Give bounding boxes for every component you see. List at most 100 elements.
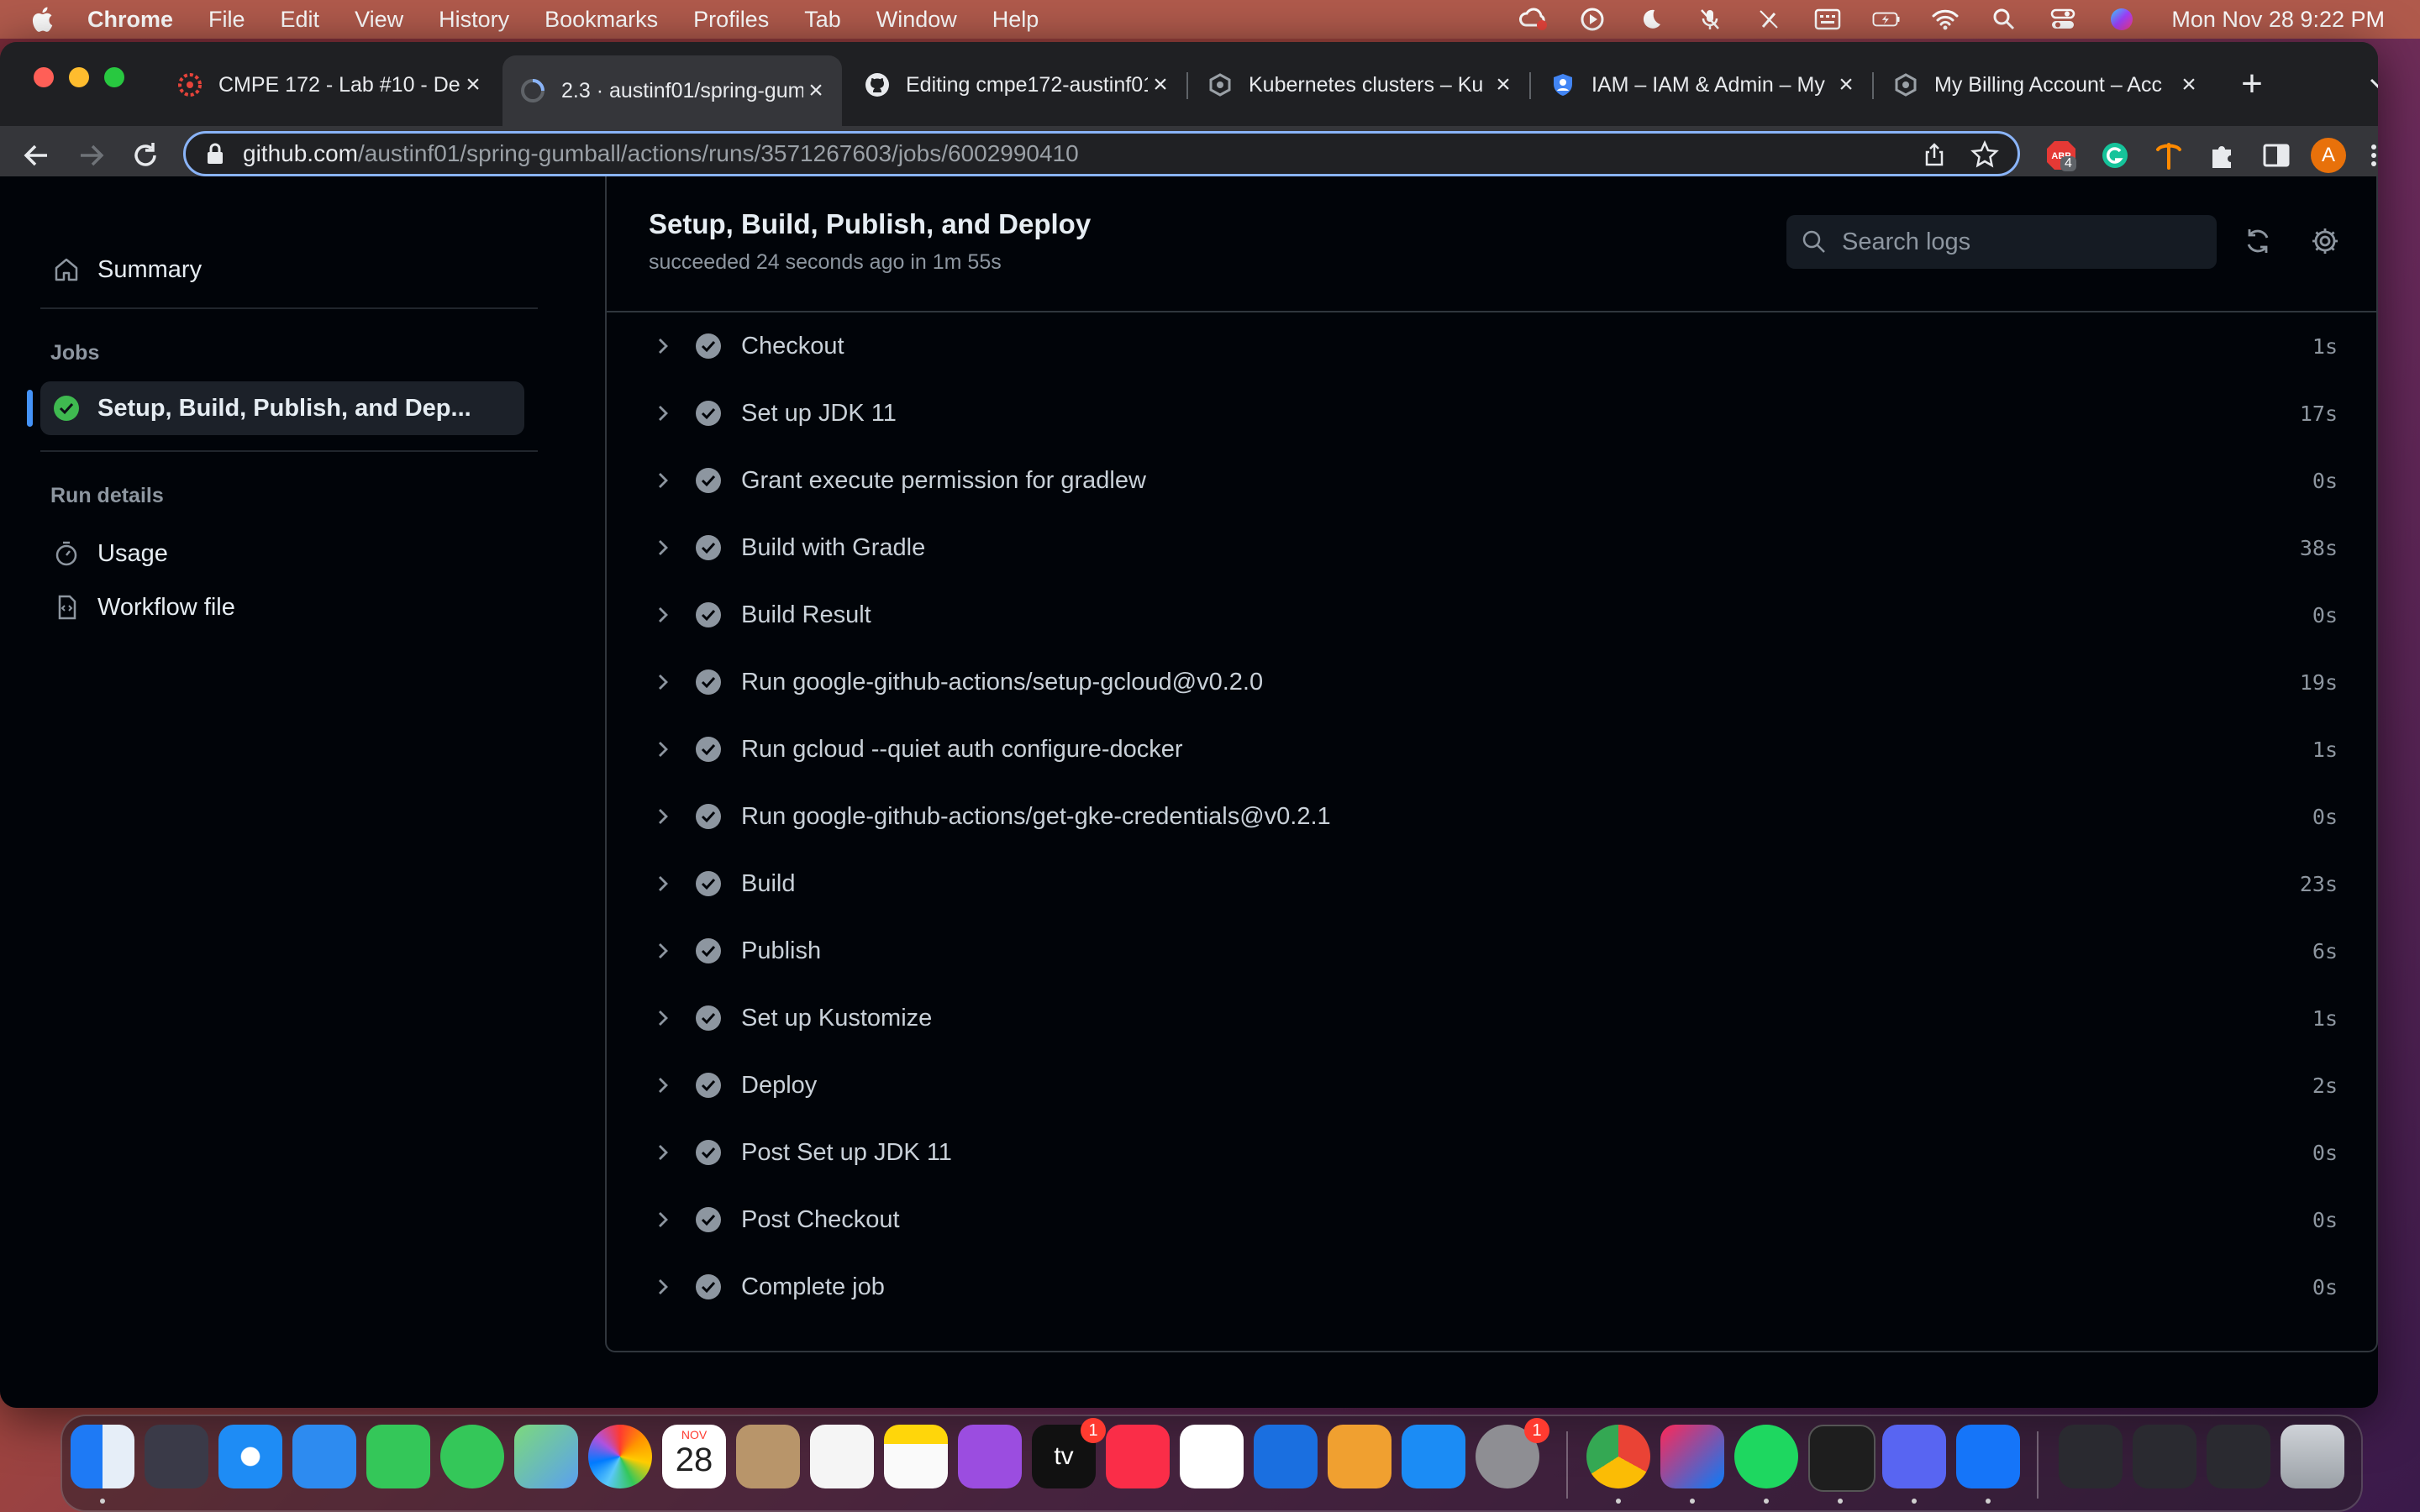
menu-edit[interactable]: Edit bbox=[281, 7, 320, 33]
finder-icon[interactable] bbox=[71, 1425, 134, 1488]
step-row[interactable]: Build with Gradle 38s bbox=[607, 514, 2376, 581]
numbers-icon[interactable] bbox=[1180, 1425, 1244, 1488]
menu-history[interactable]: History bbox=[439, 7, 509, 33]
sidebar-item-usage[interactable]: Usage bbox=[40, 528, 168, 580]
chevron-right-icon[interactable] bbox=[652, 1007, 674, 1029]
close-tab-icon[interactable]: × bbox=[803, 78, 829, 103]
chevron-right-icon[interactable] bbox=[652, 604, 674, 626]
launchpad-icon[interactable] bbox=[145, 1425, 208, 1488]
step-row[interactable]: Build 23s bbox=[607, 850, 2376, 917]
xcode-icon[interactable] bbox=[1956, 1425, 2020, 1488]
app-store-icon[interactable] bbox=[1402, 1425, 1465, 1488]
maps-icon[interactable] bbox=[514, 1425, 578, 1488]
step-row[interactable]: Build Result 0s bbox=[607, 581, 2376, 648]
menu-file[interactable]: File bbox=[208, 7, 245, 33]
profile-avatar[interactable]: A bbox=[2311, 138, 2346, 173]
siri-icon[interactable] bbox=[2107, 7, 2136, 32]
menu-clock[interactable]: Mon Nov 28 9:22 PM bbox=[2171, 7, 2385, 33]
chevron-right-icon[interactable] bbox=[652, 470, 674, 491]
pages-icon[interactable] bbox=[1328, 1425, 1392, 1488]
keyboard-brightness-icon[interactable] bbox=[1813, 7, 1842, 32]
discord-icon[interactable] bbox=[1882, 1425, 1946, 1488]
control-center-icon[interactable] bbox=[2049, 7, 2077, 32]
step-row[interactable]: Post Set up JDK 11 0s bbox=[607, 1119, 2376, 1186]
menu-bookmarks[interactable]: Bookmarks bbox=[544, 7, 658, 33]
sidebar-item-job-selected[interactable]: Setup, Build, Publish, and Dep... bbox=[27, 381, 524, 435]
sidebar-item-workflow-file[interactable]: Workflow file bbox=[40, 581, 235, 633]
terminal-icon[interactable] bbox=[1808, 1425, 1876, 1492]
messages-icon[interactable] bbox=[440, 1425, 504, 1488]
gear-icon[interactable] bbox=[2309, 225, 2341, 257]
step-row[interactable]: Complete job 0s bbox=[607, 1253, 2376, 1320]
chevron-right-icon[interactable] bbox=[652, 873, 674, 895]
contacts-icon[interactable] bbox=[736, 1425, 800, 1488]
close-tab-icon[interactable]: × bbox=[1148, 72, 1173, 97]
photos-icon[interactable] bbox=[588, 1425, 652, 1488]
tab-canvas-lab[interactable]: CMPE 172 - Lab #10 - Dev × bbox=[160, 57, 499, 113]
tab-kubernetes-clusters[interactable]: Kubernetes clusters – Ku × bbox=[1190, 57, 1529, 113]
extensions-puzzle-icon[interactable] bbox=[2205, 138, 2240, 173]
menu-view[interactable]: View bbox=[355, 7, 403, 33]
close-window-button[interactable] bbox=[34, 67, 54, 87]
lock-icon[interactable] bbox=[206, 142, 224, 165]
search-logs-field[interactable] bbox=[1786, 215, 2217, 269]
menu-window[interactable]: Window bbox=[876, 7, 957, 33]
spotify-icon[interactable] bbox=[1734, 1425, 1798, 1488]
creative-cloud-icon[interactable] bbox=[1519, 7, 1548, 32]
honey-extension-icon[interactable] bbox=[2151, 138, 2186, 173]
battery-charging-icon[interactable] bbox=[1872, 7, 1901, 32]
calendar-icon[interactable]: NOV 28 bbox=[662, 1425, 726, 1488]
close-tab-icon[interactable]: × bbox=[1833, 72, 1859, 97]
share-icon[interactable] bbox=[1922, 142, 1947, 167]
sidebar-item-summary[interactable]: Summary bbox=[40, 244, 202, 296]
step-row[interactable]: Publish 6s bbox=[607, 917, 2376, 984]
new-tab-button[interactable]: + bbox=[2235, 66, 2269, 102]
pen-muted-icon[interactable] bbox=[1754, 7, 1783, 32]
menu-tab[interactable]: Tab bbox=[804, 7, 841, 33]
chevron-right-icon[interactable] bbox=[652, 335, 674, 357]
step-row[interactable]: Deploy 2s bbox=[607, 1052, 2376, 1119]
chevron-right-icon[interactable] bbox=[652, 1142, 674, 1163]
url-text[interactable]: github.com/austinf01/spring-gumball/acti… bbox=[243, 140, 1079, 167]
chevron-right-icon[interactable] bbox=[652, 537, 674, 559]
chevron-right-icon[interactable] bbox=[652, 671, 674, 693]
spotlight-search-icon[interactable] bbox=[1990, 7, 2018, 32]
tab-editing-repo[interactable]: Editing cmpe172-austinf01 × bbox=[847, 57, 1186, 113]
address-bar[interactable]: github.com/austinf01/spring-gumball/acti… bbox=[183, 131, 2020, 176]
step-row[interactable]: Grant execute permission for gradlew 0s bbox=[607, 447, 2376, 514]
tab-iam-admin[interactable]: IAM – IAM & Admin – My × bbox=[1533, 57, 1872, 113]
step-row[interactable]: Run gcloud --quiet auth configure-docker… bbox=[607, 716, 2376, 783]
moon-icon[interactable] bbox=[1637, 7, 1665, 32]
tab-github-actions-job[interactable]: 2.3 · austinf01/spring-gumball × bbox=[502, 55, 842, 126]
step-row[interactable]: Run google-github-actions/setup-gcloud@v… bbox=[607, 648, 2376, 716]
news-icon[interactable] bbox=[1106, 1425, 1170, 1488]
mic-muted-icon[interactable] bbox=[1696, 7, 1724, 32]
minimized-window-thumbnail[interactable] bbox=[2059, 1425, 2123, 1488]
grammarly-icon[interactable] bbox=[2097, 138, 2133, 173]
step-row[interactable]: Set up JDK 11 17s bbox=[607, 380, 2376, 447]
refresh-icon[interactable] bbox=[2242, 225, 2274, 257]
menu-app-name[interactable]: Chrome bbox=[87, 7, 173, 33]
chevron-right-icon[interactable] bbox=[652, 940, 674, 962]
play-circle-icon[interactable] bbox=[1578, 7, 1607, 32]
intellij-icon[interactable] bbox=[1660, 1425, 1724, 1488]
chevron-right-icon[interactable] bbox=[652, 738, 674, 760]
menu-help[interactable]: Help bbox=[992, 7, 1039, 33]
step-row[interactable]: Set up Kustomize 1s bbox=[607, 984, 2376, 1052]
podcasts-icon[interactable] bbox=[958, 1425, 1022, 1488]
step-row[interactable]: Post Checkout 0s bbox=[607, 1186, 2376, 1253]
zoom-window-button[interactable] bbox=[104, 67, 124, 87]
reload-icon[interactable] bbox=[128, 138, 163, 173]
chevron-right-icon[interactable] bbox=[652, 1209, 674, 1231]
tab-billing-account[interactable]: My Billing Account – Acc × bbox=[1876, 57, 2215, 113]
minimized-window-thumbnail[interactable] bbox=[2133, 1425, 2196, 1488]
facetime-icon[interactable] bbox=[366, 1425, 430, 1488]
chevron-right-icon[interactable] bbox=[652, 1074, 674, 1096]
adblock-extension-icon[interactable]: ABP 4 bbox=[2044, 138, 2079, 173]
notes-icon[interactable] bbox=[884, 1425, 948, 1488]
chevron-right-icon[interactable] bbox=[652, 402, 674, 424]
close-tab-icon[interactable]: × bbox=[460, 72, 486, 97]
close-tab-icon[interactable]: × bbox=[1491, 72, 1516, 97]
chevron-right-icon[interactable] bbox=[652, 806, 674, 827]
bookmark-star-icon[interactable] bbox=[1970, 140, 1999, 169]
